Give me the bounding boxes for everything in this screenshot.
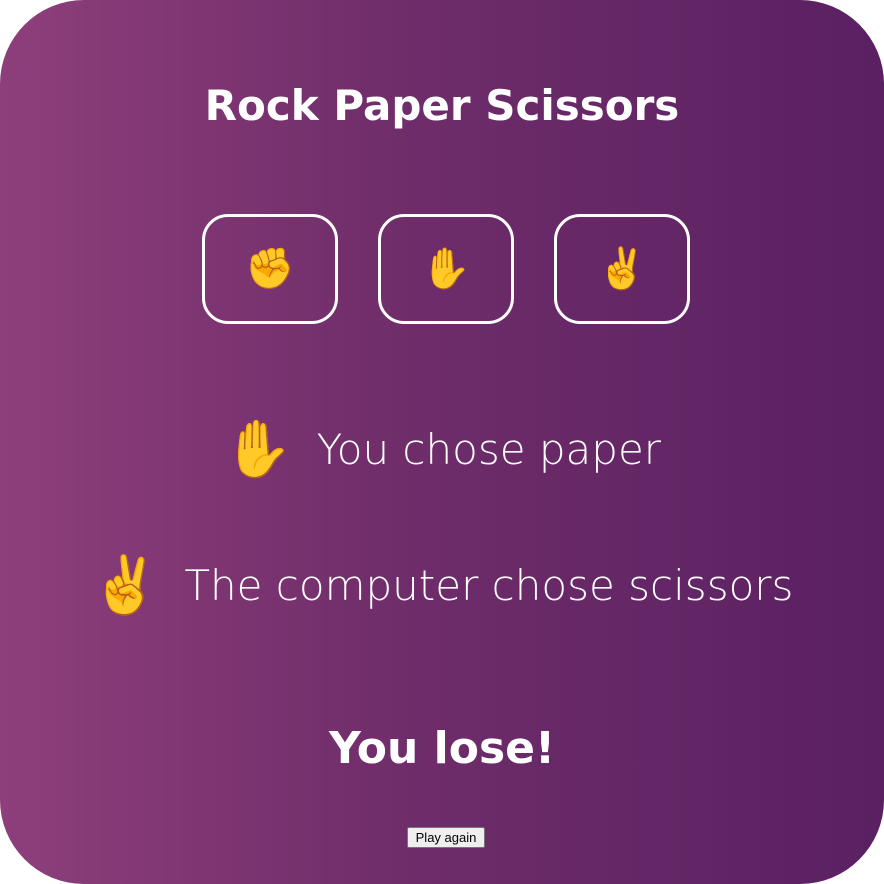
rock-fist-icon: ✊ [245, 246, 295, 292]
game-outcome: You lose! [328, 723, 556, 774]
game-title: Rock Paper Scissors [204, 81, 680, 130]
choice-buttons: ✊ ✋ ✌️ [202, 214, 690, 324]
paper-hand-icon: ✋ [421, 246, 471, 292]
scissors-button[interactable]: ✌️ [554, 214, 690, 324]
computer-choice-line: ✌️ The computer chose scissors [0, 556, 884, 616]
player-choice-line: ✋ You chose paper [0, 420, 884, 480]
game-card: Rock Paper Scissors ✊ ✋ ✌️ ✋ You chose p… [0, 0, 884, 884]
play-again-button[interactable]: Play again [407, 827, 485, 848]
computer-choice-text: The computer chose scissors [184, 561, 794, 610]
player-choice-icon: ✋ [222, 417, 293, 482]
scissors-victory-hand-icon: ✌️ [597, 246, 647, 292]
rock-button[interactable]: ✊ [202, 214, 338, 324]
player-choice-text: You chose paper [316, 425, 662, 474]
paper-button[interactable]: ✋ [378, 214, 514, 324]
computer-choice-icon: ✌️ [90, 553, 161, 618]
